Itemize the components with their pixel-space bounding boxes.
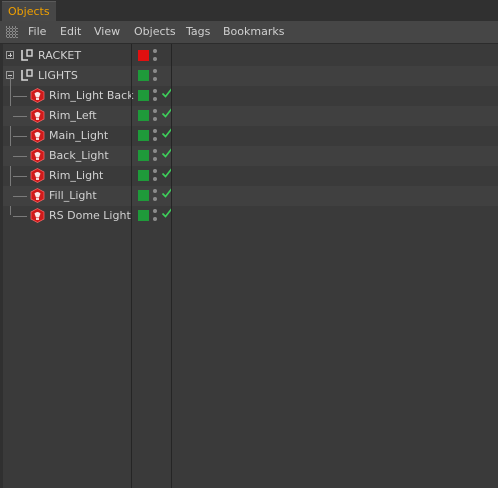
column-divider[interactable] (131, 44, 132, 488)
tree-branch (13, 96, 27, 97)
object-manager-list[interactable]: RACKET LIGHTS Rim_Light Back Rim_Left Ma… (0, 44, 498, 488)
redshift-light-icon (30, 208, 45, 223)
null-object-icon (21, 49, 33, 61)
object-row-light[interactable]: Main_Light (3, 126, 498, 146)
object-name: Back_Light (49, 149, 109, 162)
visibility-dots[interactable] (153, 148, 158, 164)
layer-color-swatch[interactable] (138, 170, 149, 181)
tree-branch (13, 136, 27, 137)
redshift-light-icon (30, 128, 45, 143)
expand-icon[interactable] (6, 51, 14, 59)
object-row-racket[interactable]: RACKET (3, 46, 498, 66)
layer-color-swatch[interactable] (138, 90, 149, 101)
menu-objects[interactable]: Objects (134, 21, 176, 43)
redshift-light-icon (30, 88, 45, 103)
layer-color-swatch[interactable] (138, 150, 149, 161)
object-row-lights[interactable]: LIGHTS (3, 66, 498, 86)
object-name: LIGHTS (38, 69, 78, 82)
object-name: Rim_Light Back (49, 89, 134, 102)
menu-view[interactable]: View (94, 21, 120, 43)
redshift-light-icon (30, 168, 45, 183)
redshift-light-icon (30, 108, 45, 123)
layer-color-swatch[interactable] (138, 70, 149, 81)
visibility-dots[interactable] (153, 188, 158, 204)
tree-branch (13, 156, 27, 157)
redshift-light-icon (30, 188, 45, 203)
object-row-light[interactable]: RS Dome Light (3, 206, 498, 226)
tab-bar: Objects (0, 0, 498, 22)
tree-branch (13, 196, 27, 197)
object-row-light[interactable]: Rim_Light (3, 166, 498, 186)
object-name: RACKET (38, 49, 82, 62)
visibility-dots[interactable] (153, 88, 158, 104)
object-name: Fill_Light (49, 189, 97, 202)
tree-branch (13, 116, 27, 117)
redshift-light-icon (30, 148, 45, 163)
object-row-light[interactable]: Rim_Light Back (3, 86, 498, 106)
menu-tags[interactable]: Tags (186, 21, 210, 43)
object-name: Rim_Light (49, 169, 104, 182)
visibility-dots[interactable] (153, 48, 158, 64)
object-row-light[interactable]: Fill_Light (3, 186, 498, 206)
visibility-dots[interactable] (153, 208, 158, 224)
menu-bar: File Edit View Objects Tags Bookmarks (0, 21, 498, 44)
grip-icon[interactable] (6, 26, 18, 38)
tree-branch (13, 176, 27, 177)
visibility-dots[interactable] (153, 108, 158, 124)
visibility-dots[interactable] (153, 128, 158, 144)
menu-bookmarks[interactable]: Bookmarks (223, 21, 284, 43)
object-row-light[interactable]: Back_Light (3, 146, 498, 166)
object-name: Rim_Left (49, 109, 97, 122)
layer-color-swatch[interactable] (138, 190, 149, 201)
visibility-dots[interactable] (153, 168, 158, 184)
object-name: RS Dome Light (49, 209, 131, 222)
layer-color-swatch[interactable] (138, 130, 149, 141)
layer-color-swatch[interactable] (138, 210, 149, 221)
tab-objects[interactable]: Objects (2, 1, 56, 22)
object-name: Main_Light (49, 129, 109, 142)
object-row-light[interactable]: Rim_Left (3, 106, 498, 126)
menu-file[interactable]: File (28, 21, 46, 43)
menu-edit[interactable]: Edit (60, 21, 81, 43)
layer-color-swatch[interactable] (138, 50, 149, 61)
column-divider[interactable] (171, 44, 172, 488)
layer-color-swatch[interactable] (138, 110, 149, 121)
tree-branch (13, 216, 27, 217)
null-object-icon (21, 69, 33, 81)
visibility-dots[interactable] (153, 68, 158, 84)
